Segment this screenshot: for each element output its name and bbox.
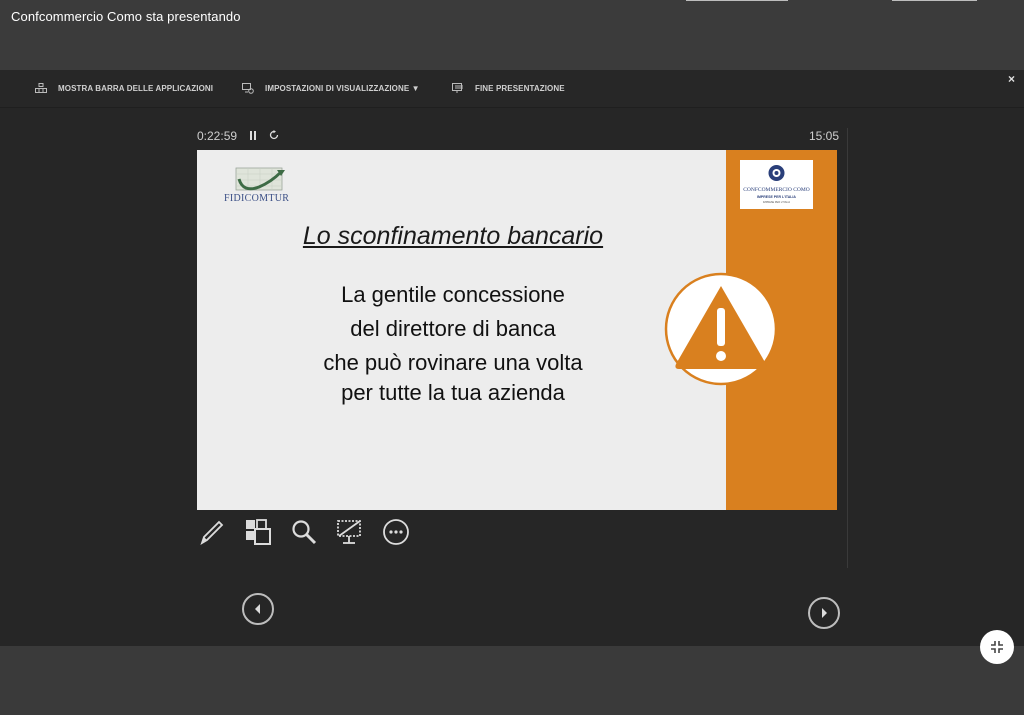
slide-body-line: del direttore di banca <box>350 316 556 341</box>
current-slide: FIDICOMTUR CONFCOMMERCIO COMO IMPRESE PE… <box>197 150 837 510</box>
previous-slide-button[interactable] <box>242 593 274 625</box>
top-divider <box>892 0 977 1</box>
display-settings-icon <box>242 83 254 94</box>
fidicomtur-logo-text: FIDICOMTUR <box>224 193 290 204</box>
restart-button[interactable] <box>269 129 279 143</box>
slides-grid-icon <box>246 519 271 545</box>
presenter-name: Confcommercio Como sta presentando <box>11 9 241 24</box>
end-presentation-icon <box>452 83 463 93</box>
slide-body-line: La gentile concessione <box>341 282 565 307</box>
pause-button[interactable] <box>249 129 257 143</box>
pen-tool-button[interactable] <box>197 518 227 546</box>
slide-title: Lo sconfinamento bancario <box>302 222 604 250</box>
confcommercio-logo: CONFCOMMERCIO COMO IMPRESE PER L'ITALIA … <box>740 160 813 209</box>
slide-tools <box>197 518 427 546</box>
panel-divider <box>847 128 848 568</box>
slide-body: La gentile concessione del direttore di … <box>257 278 649 410</box>
pen-icon <box>200 520 224 546</box>
top-banner: Confcommercio Como sta presentando <box>0 0 1024 70</box>
exit-fullscreen-button[interactable] <box>980 630 1014 664</box>
confcommercio-logo-tagline: IMPRESE PER L'ITALIA <box>757 195 796 199</box>
confcommercio-logo-subline: IMPRESE PER L'ITALIA <box>762 201 791 204</box>
elapsed-time: 0:22:59 <box>197 129 238 143</box>
black-screen-button[interactable] <box>335 518 365 546</box>
show-taskbar-label: MOSTRA BARRA DELLE APPLICAZIONI <box>58 83 214 93</box>
screen-off-icon <box>337 520 361 544</box>
previous-slide-icon <box>255 604 260 614</box>
clock: 15:05 <box>809 129 840 143</box>
zoom-button[interactable] <box>289 518 319 546</box>
confcommercio-logo-name: CONFCOMMERCIO COMO <box>743 187 810 193</box>
restart-icon <box>269 130 279 140</box>
zoom-icon <box>292 520 317 545</box>
show-taskbar-button[interactable]: MOSTRA BARRA DELLE APPLICAZIONI <box>35 83 213 93</box>
display-settings-button[interactable]: IMPOSTAZIONI DI VISUALIZZAZIONE ▼ <box>242 83 420 94</box>
taskbar-icon <box>35 83 47 93</box>
elapsed-timer: 0:22:59 <box>197 129 279 143</box>
more-options-icon <box>383 519 409 545</box>
pause-icon <box>250 131 257 140</box>
close-button[interactable]: × <box>1008 72 1015 86</box>
warning-triangle-icon <box>664 272 778 386</box>
presentation-stage: MOSTRA BARRA DELLE APPLICAZIONI IMPOSTAZ… <box>0 70 1024 646</box>
eagle-crest-icon <box>768 165 785 181</box>
see-all-slides-button[interactable] <box>243 518 273 546</box>
slide-body-line: per tutte la tua azienda <box>341 380 565 405</box>
more-options-button[interactable] <box>381 518 411 546</box>
exit-fullscreen-icon <box>991 641 1003 653</box>
top-divider <box>686 0 788 1</box>
end-presentation-label: FINE PRESENTAZIONE <box>475 84 565 93</box>
bottom-strip <box>0 646 1024 715</box>
end-presentation-button[interactable]: FINE PRESENTAZIONE <box>452 83 565 94</box>
slide-body-line: che può rovinare una volta <box>323 350 583 375</box>
next-slide-icon <box>822 608 827 618</box>
display-settings-label: IMPOSTAZIONI DI VISUALIZZAZIONE ▼ <box>265 84 420 93</box>
next-slide-button[interactable] <box>808 597 840 629</box>
presenter-toolbar: MOSTRA BARRA DELLE APPLICAZIONI IMPOSTAZ… <box>0 70 1024 108</box>
